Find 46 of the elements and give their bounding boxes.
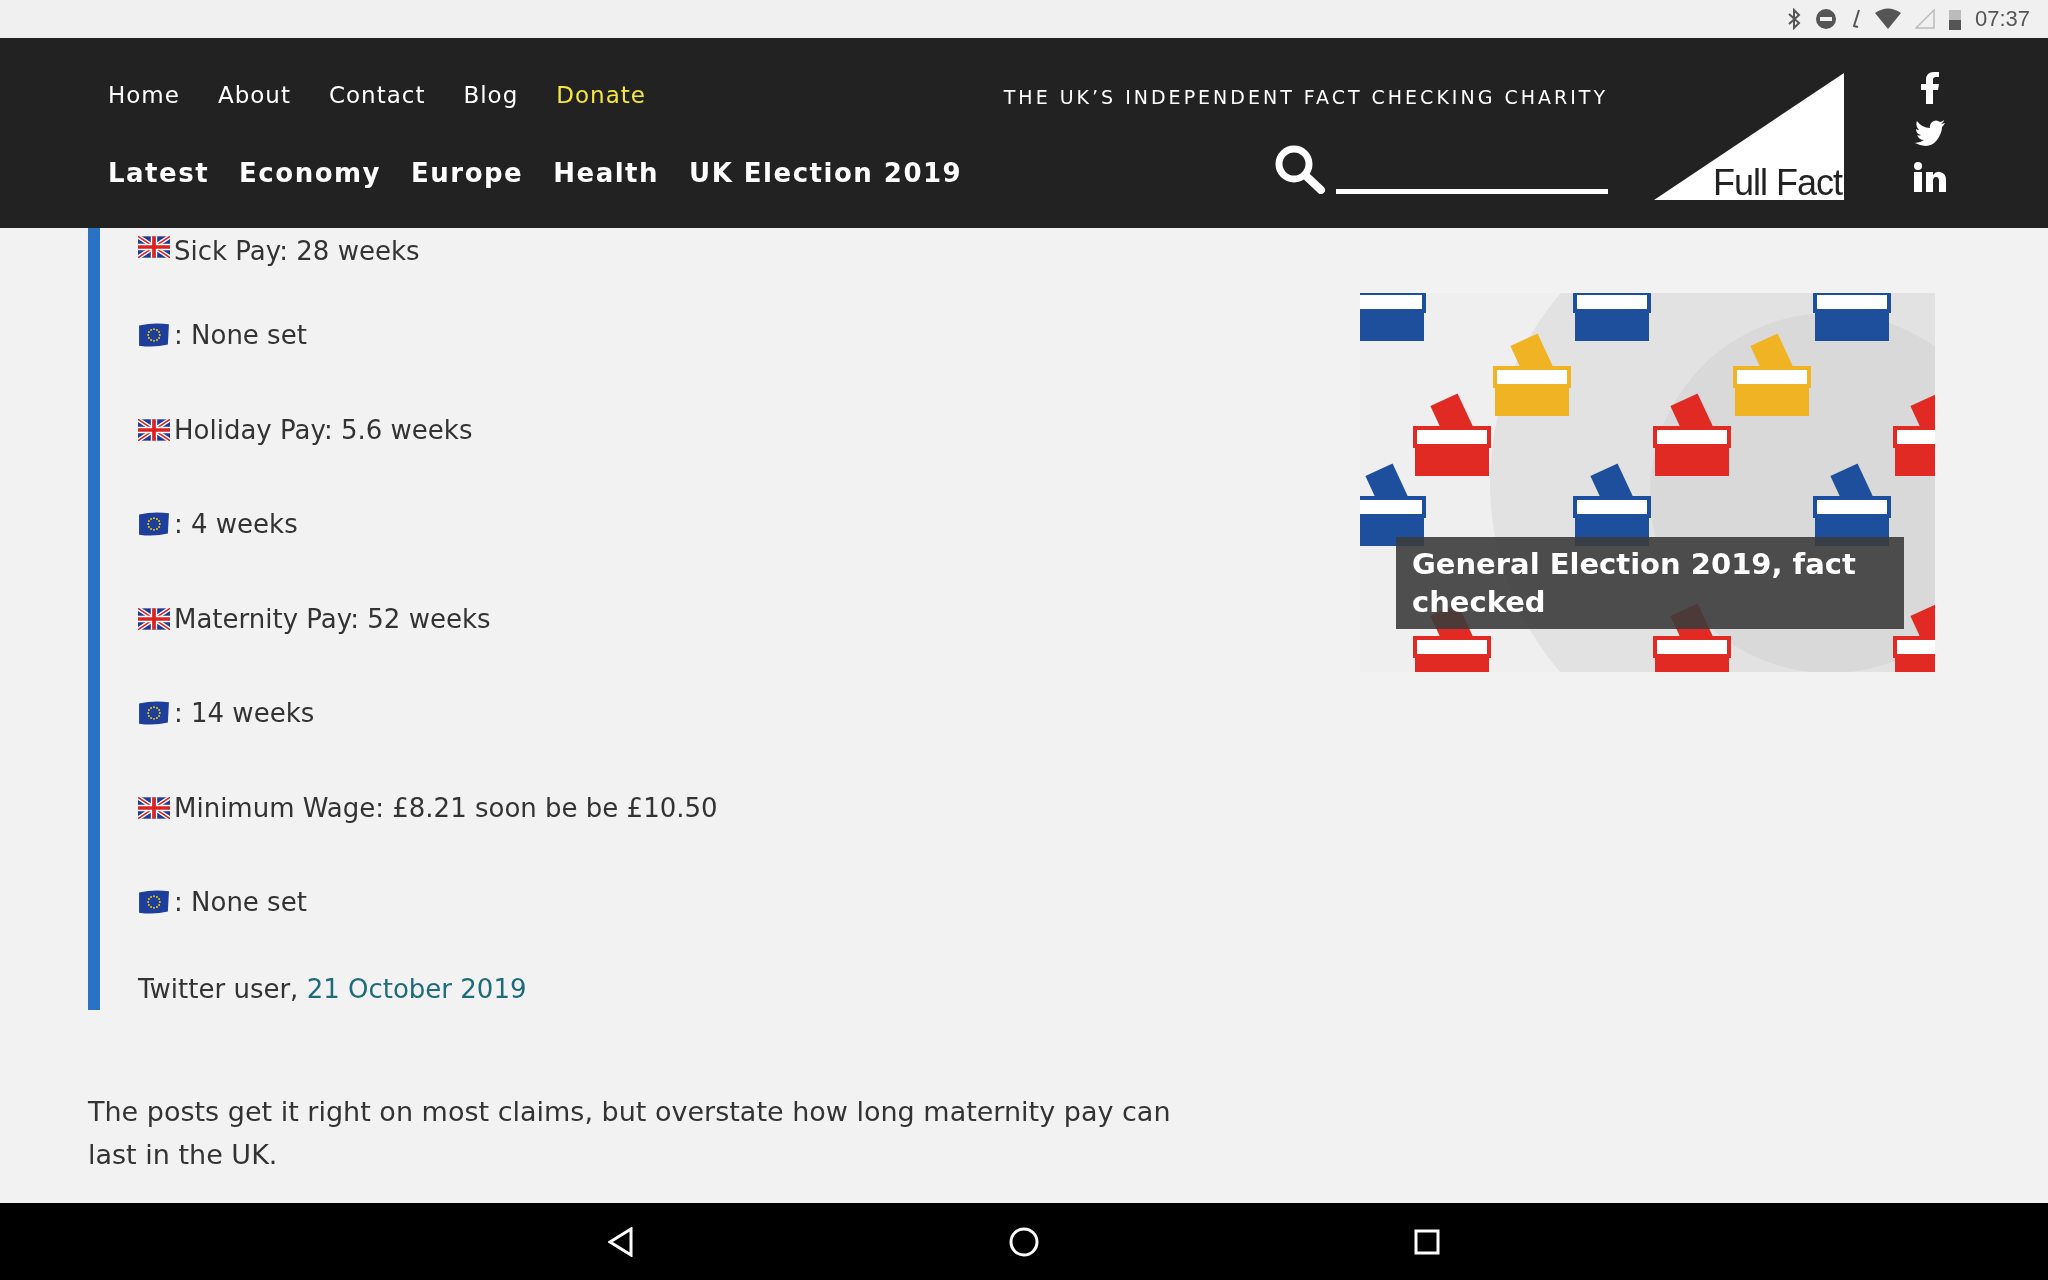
eu-flag-icon [138, 512, 170, 537]
nav-link[interactable]: Blog [463, 82, 519, 108]
nav-link[interactable]: Donate [556, 82, 646, 108]
tagline: THE UK’S INDEPENDENT FACT CHECKING CHARITY [1003, 86, 1608, 108]
quote-line: : None set [174, 320, 307, 351]
bluetooth-icon [1786, 8, 1801, 30]
date-link[interactable]: 21 October 2019 [306, 973, 527, 1004]
linkedin-icon[interactable] [1914, 162, 1946, 192]
eu-flag-icon [138, 323, 170, 348]
quote-line: : 14 weeks [174, 698, 315, 729]
battery-icon [1948, 8, 1961, 30]
quote-line: Minimum Wage: £8.21 soon be be £10.50 [174, 792, 718, 823]
category-link[interactable]: Europe [411, 158, 524, 188]
quote-line: Holiday Pay: 5.6 weeks [174, 414, 473, 445]
category-link[interactable]: UK Election 2019 [689, 158, 963, 188]
data-saver-icon [1850, 8, 1861, 30]
signal-icon [1914, 8, 1935, 30]
search-icon[interactable] [1274, 144, 1326, 194]
nav-link[interactable]: About [217, 82, 291, 108]
eu-flag-icon [138, 701, 170, 726]
category-link[interactable]: Economy [239, 158, 382, 188]
home-icon[interactable] [1009, 1226, 1039, 1257]
quote-line: : None set [174, 887, 307, 918]
do-not-disturb-icon [1814, 8, 1837, 30]
facebook-icon[interactable] [1921, 72, 1939, 104]
quote-line: Sick Pay: 28 weeks [174, 236, 420, 266]
wifi-icon [1874, 8, 1901, 30]
nav-link[interactable]: Home [108, 82, 180, 108]
recents-icon[interactable] [1414, 1228, 1441, 1255]
nav-link[interactable]: Contact [328, 82, 426, 108]
uk-flag-icon [138, 607, 170, 630]
category-link[interactable]: Latest [108, 158, 210, 188]
quote-line: : 4 weeks [174, 509, 298, 540]
category-link[interactable]: Health [553, 158, 660, 188]
quote-line: Maternity Pay: 52 weeks [174, 603, 491, 634]
uk-flag-icon [138, 796, 170, 819]
feature-caption: General Election 2019, fact checked [1396, 537, 1904, 629]
uk-flag-icon [138, 418, 170, 441]
quote-attribution: Twitter user, 21 October 2019 [138, 973, 528, 1004]
clock-time: 07:37 [1974, 6, 2030, 32]
feature-card[interactable]: General Election 2019, fact checked [1360, 293, 1935, 672]
eu-flag-icon [138, 890, 170, 915]
uk-flag-icon [138, 236, 170, 258]
back-icon[interactable] [607, 1226, 634, 1257]
body-paragraph: The posts get it right on most claims, but overstate how long maternity pay can last in the UK. [88, 1094, 1172, 1172]
twitter-icon[interactable] [1915, 120, 1945, 146]
